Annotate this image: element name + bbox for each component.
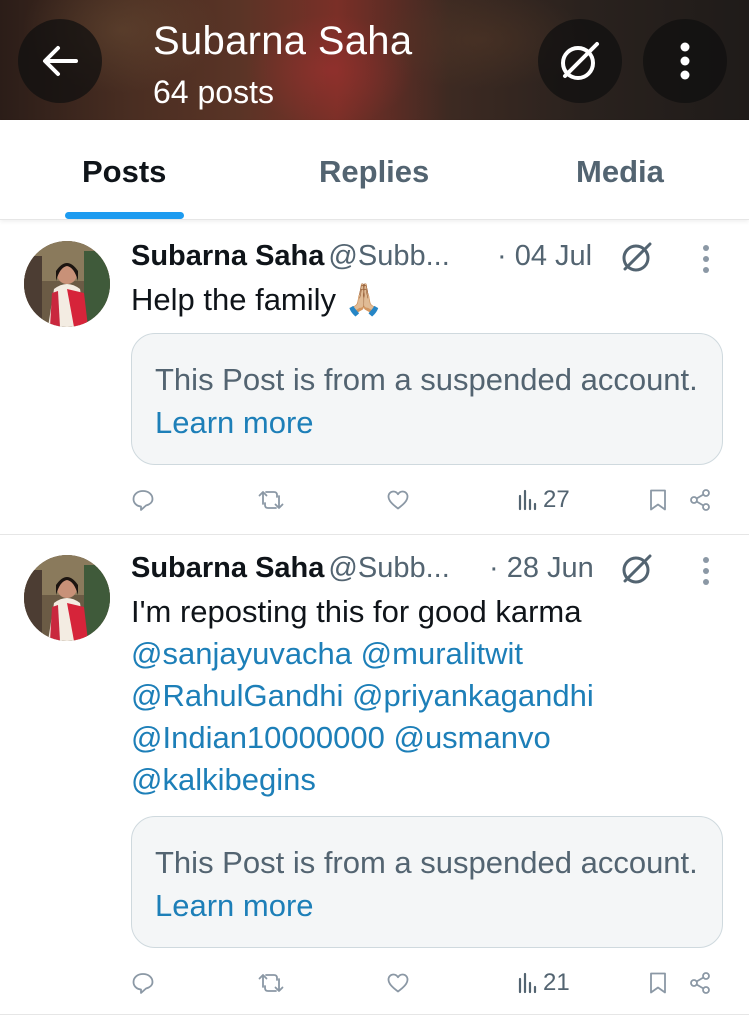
bookmark-icon [650,972,666,994]
mention-link[interactable]: @Indian10000000 @usmanvo [131,717,731,759]
heart-icon [387,490,409,510]
like-button[interactable] [386,966,410,1000]
repost-button[interactable] [258,483,284,517]
grok-button[interactable] [538,19,622,103]
post-body: I'm reposting this for good karma [131,594,582,629]
bookmark-button[interactable] [647,483,669,517]
post-author-line: Subarna Saha @Subb... [131,549,450,587]
active-tab-indicator [65,212,184,219]
share-icon [690,489,710,511]
author-handle[interactable]: @Subb... [328,552,449,584]
post[interactable]: Subarna Saha @Subb... · 28 Jun I'm repost… [0,535,749,1015]
views-count: 21 [543,969,570,996]
profile-header: Subarna Saha 64 posts [0,0,749,120]
notice-text: This Post is from a suspended account. [155,845,698,880]
like-button[interactable] [386,483,410,517]
share-icon [690,972,710,994]
reply-icon [132,973,154,994]
post-text: I'm reposting this for good karma @sanja… [131,591,731,801]
post-date[interactable]: · 28 Jun [489,549,594,587]
avatar[interactable] [24,555,110,641]
repost-button[interactable] [258,966,284,1000]
mention-link[interactable]: @RahulGandhi @priyankagandhi [131,675,731,717]
tab-posts[interactable]: Posts [82,152,166,192]
share-button[interactable] [688,966,712,1000]
avatar[interactable] [24,241,110,327]
post[interactable]: Subarna Saha @Subb... · 04 Jul Help the f… [0,222,749,535]
learn-more-link[interactable]: Learn more [155,888,314,923]
mention-link[interactable]: @sanjayuvacha @muralitwit [131,633,731,675]
views-button[interactable]: 27 [517,483,570,517]
profile-name: Subarna Saha [153,19,413,63]
views-count: 27 [543,486,570,513]
notice-text: This Post is from a suspended account. [155,362,698,397]
arrow-left-icon [43,46,78,76]
post-count: 64 posts [153,74,274,110]
tab-replies[interactable]: Replies [319,152,429,192]
back-button[interactable] [18,19,102,103]
post-date[interactable]: · 04 Jul [497,237,592,275]
suspended-account-notice: This Post is from a suspended account. L… [131,816,723,948]
views-button[interactable]: 21 [517,966,570,1000]
reply-button[interactable] [131,966,155,1000]
more-vertical-icon[interactable] [701,244,711,274]
profile-tabs: Posts Replies Media [0,120,749,220]
grok-icon [561,42,599,80]
more-options-button[interactable] [643,19,727,103]
views-chart-icon [518,972,537,994]
more-vertical-icon[interactable] [701,556,711,586]
reply-icon [132,490,154,511]
views-chart-icon [518,489,537,511]
repost-icon [258,974,284,992]
post-text: Help the family 🙏🏼 [131,282,384,317]
author-name[interactable]: Subarna Saha [131,552,324,584]
grok-icon[interactable] [619,551,655,587]
author-name[interactable]: Subarna Saha [131,240,324,272]
post-author-line: Subarna Saha @Subb... [131,237,450,275]
heart-icon [387,973,409,993]
learn-more-link[interactable]: Learn more [155,405,314,440]
suspended-account-notice: This Post is from a suspended account. L… [131,333,723,465]
post-actions: 27 [0,483,749,517]
author-handle[interactable]: @Subb... [328,240,449,272]
tab-media[interactable]: Media [576,152,664,192]
bookmark-button[interactable] [647,966,669,1000]
mention-link[interactable]: @kalkibegins [131,759,731,801]
repost-icon [258,491,284,509]
reply-button[interactable] [131,483,155,517]
more-vertical-icon [680,42,690,80]
share-button[interactable] [688,483,712,517]
grok-icon[interactable] [619,239,655,275]
bookmark-icon [650,489,666,511]
post-actions: 21 [0,966,749,1000]
